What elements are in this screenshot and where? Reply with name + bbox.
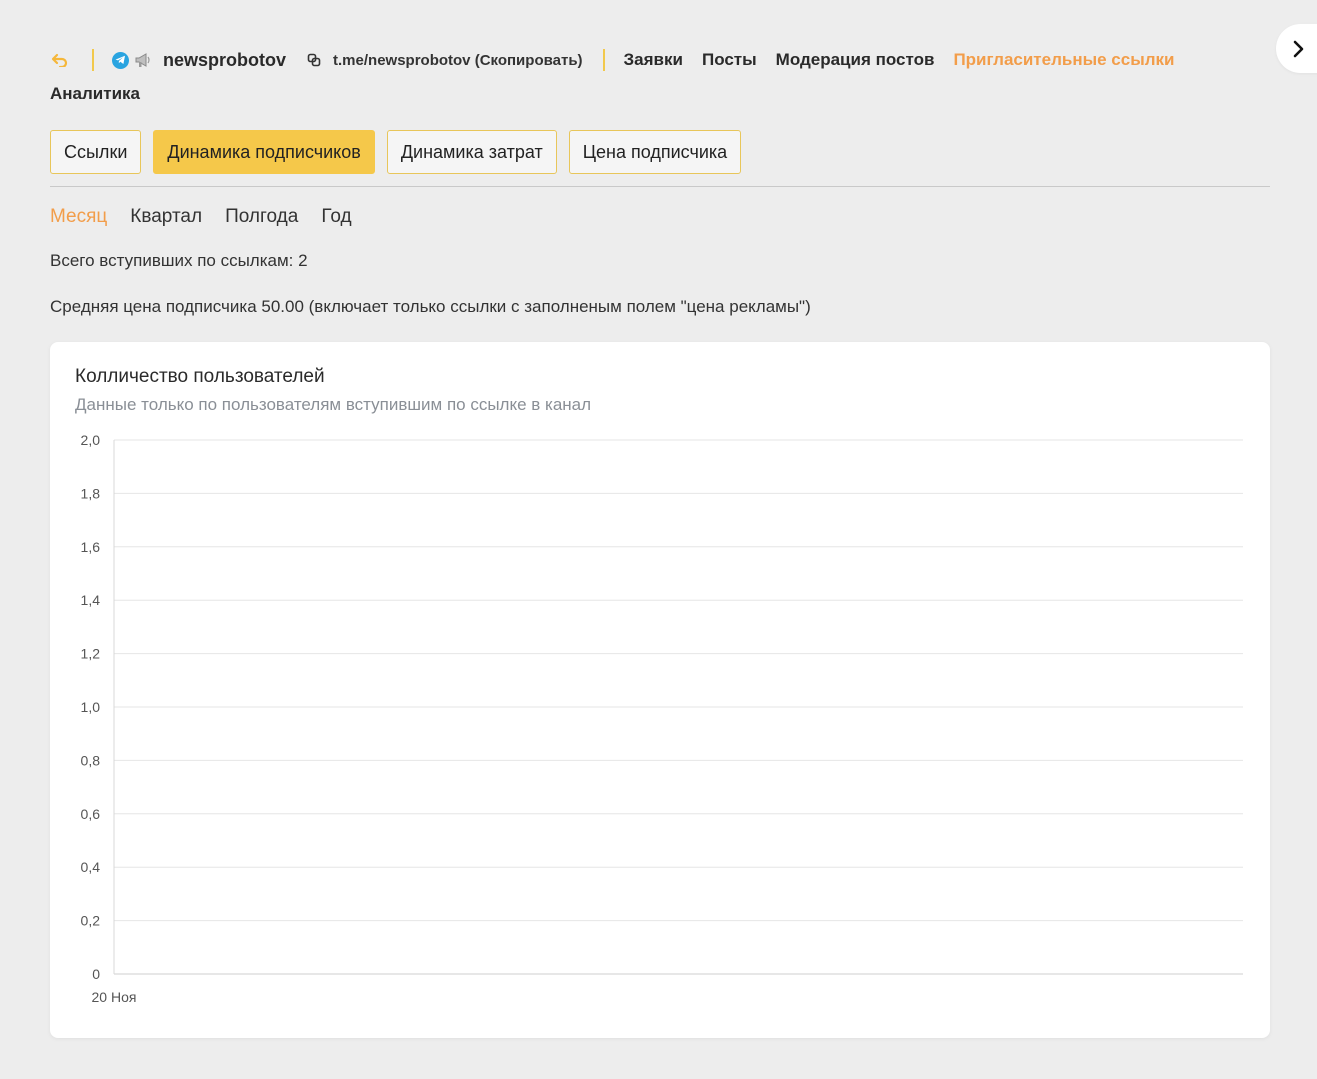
period-half-year[interactable]: Полгода — [225, 206, 298, 228]
chart-subtitle: Данные только по пользователям вступивши… — [75, 395, 592, 414]
avg-price-text: Средняя цена подписчика 50.00 (включает … — [50, 297, 811, 316]
period-year[interactable]: Год — [321, 206, 351, 228]
y-tick-label: 1,4 — [81, 592, 101, 608]
copy-link-button[interactable]: t.me/newsprobotov (Скопировать) — [307, 52, 583, 69]
nav-posts[interactable]: Посты — [702, 50, 757, 70]
chart-title: Колличество пользователей — [75, 366, 325, 387]
divider — [92, 49, 94, 71]
total-joined-text: Всего вступивших по ссылкам: 2 — [50, 251, 308, 270]
y-tick-label: 0,8 — [81, 752, 101, 768]
y-tick-label: 1,8 — [81, 485, 101, 501]
back-arrow-icon[interactable] — [50, 50, 70, 70]
period-month[interactable]: Месяц — [50, 206, 107, 228]
channel-link: t.me/newsprobotov (Скопировать) — [333, 51, 583, 69]
y-tick-label: 1,6 — [81, 539, 101, 555]
nav-analytics[interactable]: Аналитика — [50, 84, 140, 103]
divider — [602, 49, 605, 71]
analytics-tabs: Ссылки Динамика подписчиков Динамика зат… — [50, 130, 753, 174]
copy-link-icon — [307, 53, 321, 67]
chart-card: 0 0,2 0,4 0,6 0,8 1,0 1,2 1,4 1,6 1,8 2,0 20 Ноя Ко… — [50, 342, 1270, 1038]
channel-name: newsprobotov — [163, 49, 287, 70]
nav-requests[interactable]: Заявки — [624, 50, 683, 70]
y-tick-label: 2,0 — [81, 432, 101, 448]
megaphone-icon — [134, 51, 154, 69]
page: newsprobotov t.me/newsprobotov (Скопиров… — [0, 0, 1317, 1079]
y-tick-label: 1,0 — [81, 699, 101, 715]
nav-post-moderation[interactable]: Модерация постов — [776, 50, 935, 70]
nav-invite-links[interactable]: Пригласительные ссылки — [953, 50, 1174, 70]
y-tick-label: 0,6 — [81, 806, 101, 822]
chart-plot: 0 0,2 0,4 0,6 0,8 1,0 1,2 1,4 1,6 1,8 2,0 20 Ноя — [81, 432, 1243, 1005]
top-nav: newsprobotov t.me/newsprobotov (Скопиров… — [50, 46, 1230, 74]
y-tick-label: 1,2 — [81, 646, 101, 662]
tab-subscriber-dynamics[interactable]: Динамика подписчиков — [153, 130, 375, 174]
tab-links[interactable]: Ссылки — [50, 130, 142, 174]
x-tick-label: 20 Ноя — [92, 989, 137, 1005]
period-quarter[interactable]: Квартал — [130, 206, 202, 228]
tab-subscriber-price[interactable]: Цена подписчика — [568, 130, 742, 174]
y-tick-label: 0 — [92, 966, 100, 982]
tab-cost-dynamics[interactable]: Динамика затрат — [386, 130, 557, 174]
period-selector: Месяц Квартал Полгода Год — [50, 206, 375, 228]
telegram-icon — [112, 51, 129, 69]
sidebar-toggle-button[interactable] — [1276, 24, 1317, 73]
chevron-right-icon — [1293, 40, 1304, 57]
y-tick-label: 0,4 — [81, 859, 101, 875]
y-tick-label: 0,2 — [81, 913, 101, 929]
divider — [50, 186, 1270, 187]
